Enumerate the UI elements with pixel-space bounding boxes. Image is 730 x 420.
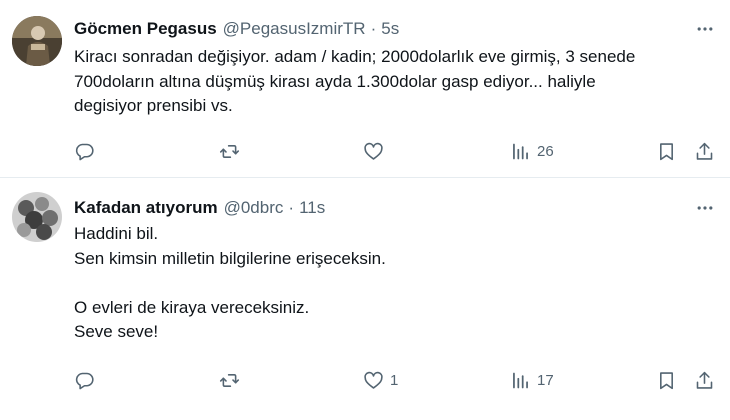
views-count: 26	[537, 142, 554, 160]
heart-icon	[364, 142, 383, 160]
tweet-text-line: O evleri de kiraya vereceksiniz.	[74, 297, 310, 317]
tweet-text: Haddini bil. Sen kimsin milletin bilgile…	[74, 222, 714, 345]
tweet-text-line: Sen kimsin milletin bilgilerine erişecek…	[74, 248, 386, 268]
reply-button[interactable]	[74, 367, 95, 393]
more-horizontal-icon	[697, 206, 713, 210]
reply-icon	[75, 372, 94, 389]
views-icon	[513, 372, 528, 388]
author-handle[interactable]: @0dbrc	[224, 198, 284, 218]
like-button[interactable]	[363, 138, 390, 164]
share-icon	[696, 371, 713, 389]
more-options-button[interactable]	[694, 197, 716, 219]
like-count: 1	[390, 371, 399, 389]
reply-button[interactable]	[74, 138, 95, 164]
avatar[interactable]	[12, 16, 62, 66]
share-button[interactable]	[694, 138, 715, 164]
bookmark-icon	[660, 371, 673, 389]
retweet-button[interactable]	[219, 138, 240, 164]
retweet-icon	[219, 144, 240, 158]
tweet-text-line: Haddini bil.	[74, 224, 159, 243]
tweet[interactable]: Kafadan atıyorum @0dbrc · 11s Haddini bi…	[0, 179, 730, 420]
timestamp[interactable]: 5s	[381, 19, 399, 39]
like-button[interactable]: 1	[363, 367, 398, 393]
views-button[interactable]: 17	[510, 367, 554, 393]
tweet-text-line: Seve seve!	[74, 322, 159, 341]
views-icon	[513, 143, 528, 159]
bookmark-icon	[660, 142, 673, 160]
tweet-text-line: degisiyor prensibi vs.	[74, 96, 233, 115]
tweet-actions: 1 17	[74, 367, 724, 393]
author-handle[interactable]: @PegasusIzmirTR	[223, 19, 366, 39]
views-button[interactable]: 26	[510, 138, 554, 164]
timestamp[interactable]: 11s	[299, 198, 325, 218]
author-name[interactable]: Kafadan atıyorum	[74, 198, 218, 218]
tweet-actions: 26	[74, 138, 724, 164]
tweet-text-line: Kiracı sonradan değişiyor. adam / kadin;…	[74, 47, 636, 66]
more-horizontal-icon	[697, 27, 713, 31]
views-count: 17	[537, 371, 554, 389]
author-name[interactable]: Göcmen Pegasus	[74, 19, 217, 39]
separator-dot: ·	[288, 198, 295, 217]
share-button[interactable]	[694, 367, 715, 393]
share-icon	[696, 142, 713, 160]
separator-dot: ·	[370, 19, 377, 38]
bookmark-button[interactable]	[656, 367, 677, 393]
heart-icon	[364, 371, 383, 389]
tweet-text: Kiracı sonradan değişiyor. adam / kadin;…	[74, 45, 714, 119]
tweet-text-line: 700doların altına düşmüş kirası ayda 1.3…	[74, 71, 596, 91]
retweet-button[interactable]	[219, 367, 240, 393]
retweet-icon	[219, 373, 240, 387]
reply-icon	[75, 143, 94, 160]
avatar[interactable]	[12, 192, 62, 242]
tweet[interactable]: Göcmen Pegasus @PegasusIzmirTR · 5s Kira…	[0, 0, 730, 178]
more-options-button[interactable]	[694, 18, 716, 40]
bookmark-button[interactable]	[656, 138, 677, 164]
